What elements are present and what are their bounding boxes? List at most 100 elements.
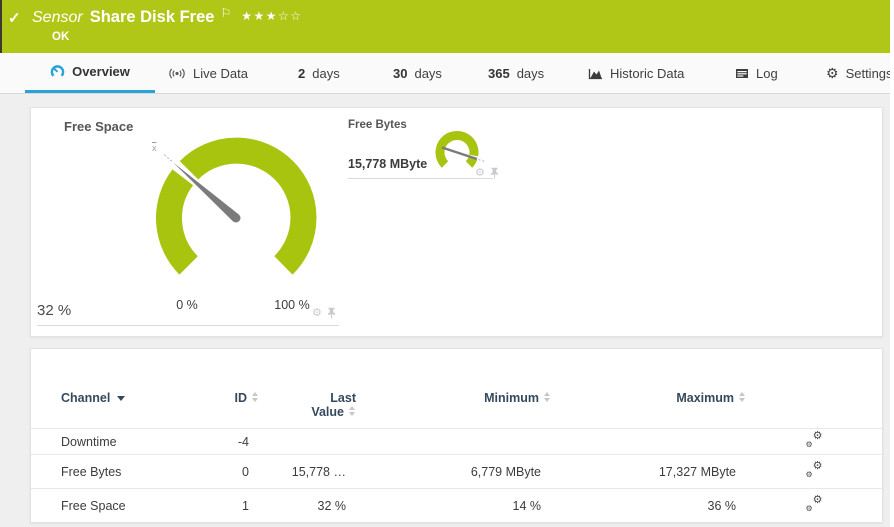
status-ok-check-icon: ✓: [8, 9, 26, 27]
channel-settings-gears-icon[interactable]: ⚙⚙: [807, 497, 822, 512]
tab-365-days[interactable]: 365 days: [488, 53, 544, 93]
free-space-value: 32 %: [37, 302, 71, 319]
gauges-panel: Free Space x 0 % 100 % 32 % ⚙ Free Bytes…: [30, 107, 883, 337]
tab-label: days: [414, 66, 441, 81]
free-space-average-tick: [164, 154, 172, 161]
gear-icon: ⚙: [806, 440, 813, 449]
channel-id: -4: [201, 429, 259, 455]
table-row-free-space: Free Space 1 32 % 14 % 36 % ⚙⚙: [31, 489, 882, 523]
channel-minimum: 14 %: [356, 489, 551, 523]
channel-last-value: [259, 429, 356, 455]
channel-maximum: [551, 429, 746, 455]
widget-gear-icon[interactable]: ⚙: [475, 168, 485, 179]
column-label: ID: [235, 391, 248, 405]
channel-last-value: 32 %: [259, 489, 356, 523]
tab-30-days[interactable]: 30 days: [393, 53, 442, 93]
table-header-row: Channel ID Last Value Minimum: [31, 349, 882, 429]
tab-label: days: [312, 66, 339, 81]
tab-historic-data[interactable]: Historic Data: [588, 53, 684, 93]
tab-label: Historic Data: [610, 66, 684, 81]
average-marker: x: [152, 143, 157, 153]
tab-label: Log: [756, 66, 778, 81]
channel-maximum: 17,327 MByte: [551, 455, 746, 489]
free-space-gauge-arc-right: [189, 151, 303, 266]
column-header-last-value[interactable]: Last Value: [259, 349, 356, 429]
column-label: Minimum: [484, 391, 539, 405]
stars-empty[interactable]: ☆☆: [278, 9, 303, 23]
channel-name: Downtime: [31, 429, 201, 455]
tab-number: 2: [298, 66, 305, 81]
channel-last-value: 15,778 …: [259, 455, 356, 489]
sort-icon: [252, 392, 259, 402]
prtg-sensor-page: ✓ Sensor Share Disk Free ⚐ ★★★☆☆ OK Over…: [0, 0, 894, 527]
column-header-maximum[interactable]: Maximum: [551, 349, 746, 429]
free-space-gauge-arc-left: [169, 177, 189, 265]
channel-settings-gears-icon[interactable]: ⚙⚙: [807, 463, 822, 478]
tab-label: Settings: [846, 66, 893, 81]
tab-label: days: [517, 66, 544, 81]
gear-icon: ⚙: [813, 429, 823, 442]
sensor-header-bar: ✓ Sensor Share Disk Free ⚐ ★★★☆☆ OK: [0, 0, 890, 53]
column-label: Value: [311, 405, 344, 419]
free-bytes-value: 15,778 MByte: [348, 157, 427, 171]
gear-icon: ⚙: [806, 470, 813, 479]
live-data-icon: [168, 67, 186, 80]
free-bytes-gauge-arc-end: [469, 159, 473, 165]
widget-pin-icon[interactable]: [327, 307, 336, 319]
gauge-max-label: 100 %: [267, 298, 317, 312]
sensor-status-badge: OK: [52, 31, 69, 43]
sort-icon: [349, 406, 356, 416]
stars-filled[interactable]: ★★★: [241, 9, 278, 23]
column-header-id[interactable]: ID: [201, 349, 259, 429]
channel-minimum: 6,779 MByte: [356, 455, 551, 489]
free-space-widget-tools[interactable]: ⚙: [312, 307, 336, 319]
sort-icon: [739, 392, 746, 402]
column-header-minimum[interactable]: Minimum: [356, 349, 551, 429]
free-space-gauge-title: Free Space: [64, 119, 133, 134]
priority-stars[interactable]: ★★★☆☆: [241, 9, 302, 23]
log-list-icon: [735, 68, 749, 79]
gauge-icon: [50, 64, 65, 79]
tab-log[interactable]: Log: [735, 53, 778, 93]
tab-2-days[interactable]: 2 days: [298, 53, 340, 93]
column-header-channel[interactable]: Channel: [31, 349, 201, 429]
column-label: Channel: [61, 391, 110, 405]
table-row-free-bytes: Free Bytes 0 15,778 … 6,779 MByte 17,327…: [31, 455, 882, 489]
tab-bar: Overview Live Data 2 days 30 days 365 da…: [0, 53, 890, 94]
tab-label: Live Data: [193, 66, 248, 81]
channel-id: 1: [201, 489, 259, 523]
page-right-margin: [890, 0, 894, 527]
channel-name: Free Space: [31, 489, 201, 523]
column-label: Last: [259, 391, 356, 405]
widget-divider: [348, 178, 493, 179]
free-bytes-gauge-title: Free Bytes: [348, 119, 407, 131]
channels-table: Channel ID Last Value Minimum: [31, 349, 882, 523]
tab-number: 30: [393, 66, 407, 81]
channels-panel: Channel ID Last Value Minimum: [30, 348, 883, 523]
tab-settings[interactable]: ⚙ Settings: [826, 53, 893, 93]
channel-name: Free Bytes: [31, 455, 201, 489]
tab-overview[interactable]: Overview: [25, 53, 155, 93]
gear-icon: ⚙: [813, 459, 823, 472]
sensor-title: Share Disk Free: [90, 8, 215, 27]
gauge-min-label: 0 %: [171, 298, 203, 312]
widget-gear-icon[interactable]: ⚙: [312, 308, 322, 319]
chevron-down-icon: [117, 396, 125, 401]
sort-icon: [544, 392, 551, 402]
gear-icon: ⚙: [806, 504, 813, 513]
area-chart-icon: [588, 67, 603, 80]
gear-icon: ⚙: [813, 493, 823, 506]
column-label: Maximum: [676, 391, 734, 405]
tab-label: Overview: [72, 64, 130, 79]
tab-number: 365: [488, 66, 510, 81]
channel-id: 0: [201, 455, 259, 489]
tab-live-data[interactable]: Live Data: [168, 53, 248, 93]
sensor-header-main: ✓ Sensor Share Disk Free ⚐ ★★★☆☆: [8, 8, 303, 27]
window-edge: [0, 0, 2, 53]
free-space-needle-hub: [232, 214, 241, 223]
channel-minimum: [356, 429, 551, 455]
channel-settings-gears-icon[interactable]: ⚙⚙: [807, 433, 822, 448]
column-header-actions: [746, 349, 882, 429]
widget-divider: [37, 325, 339, 326]
flag-icon[interactable]: ⚐: [220, 6, 231, 20]
